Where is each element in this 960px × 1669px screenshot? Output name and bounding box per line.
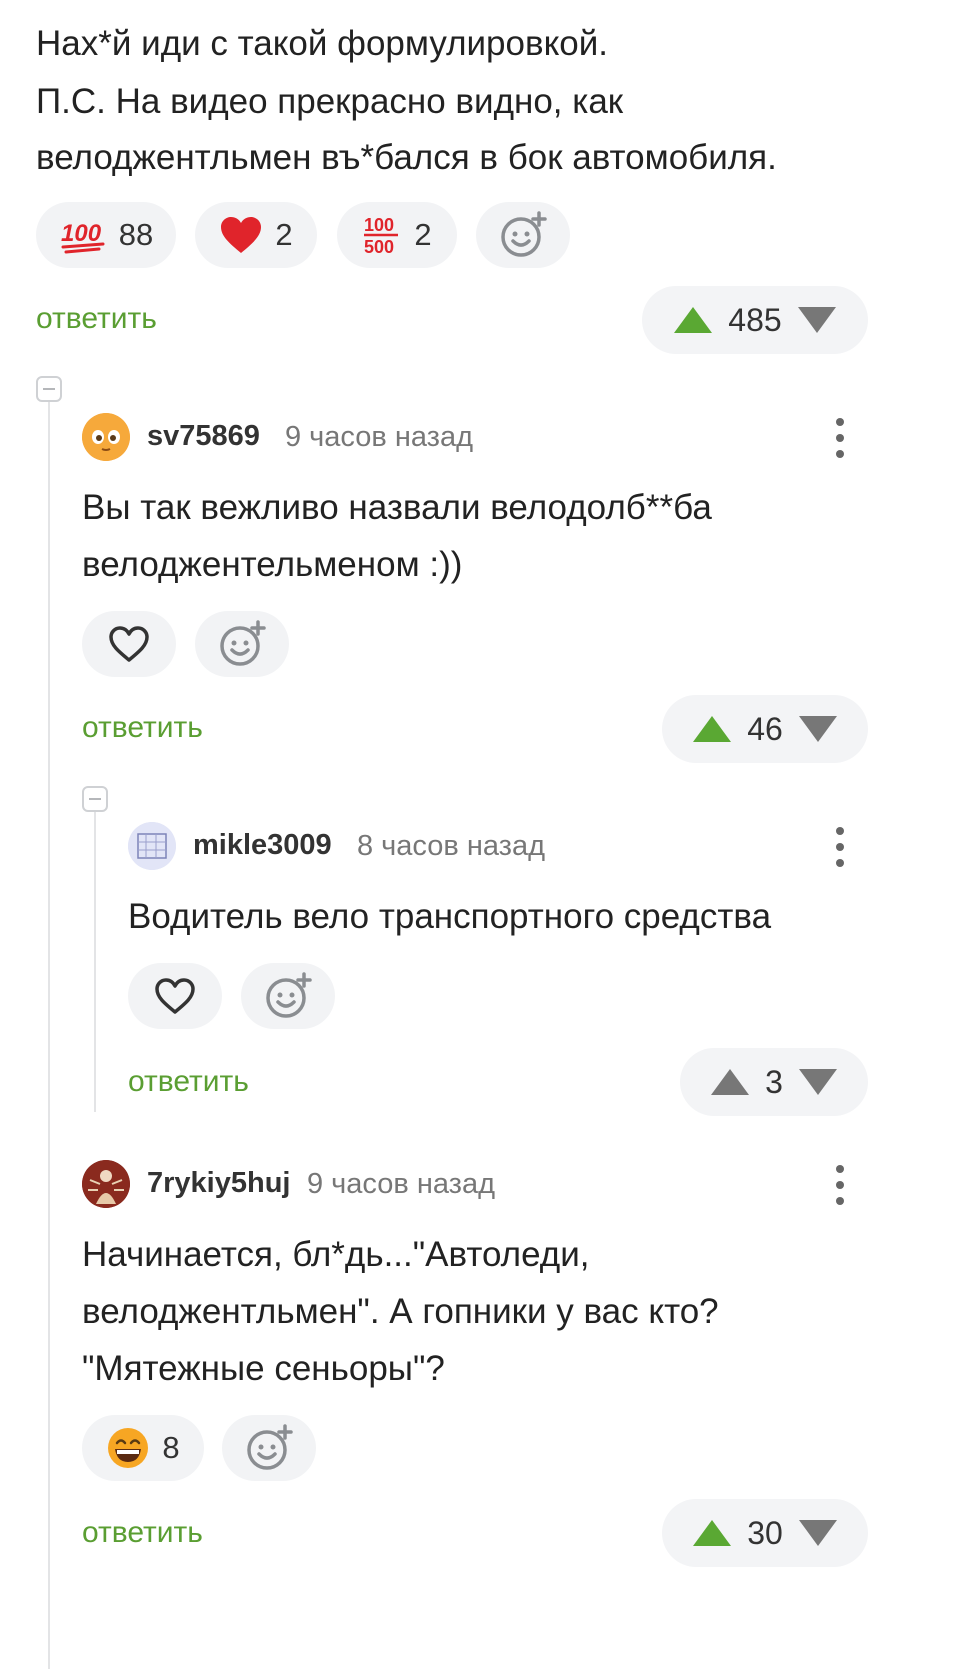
downvote-icon[interactable] [797,1067,839,1097]
svg-text:100: 100 [364,215,394,235]
comment-text-line: Водитель вело транспортного средства [128,897,772,936]
reply-link[interactable]: ответить [36,302,157,336]
more-options-icon[interactable] [834,827,846,871]
upvote-icon[interactable] [691,714,733,744]
collapse-thread-button[interactable] [82,786,108,812]
comment-text-line: велоджентльмен". А гопники у вас кто? [82,1292,719,1331]
comment-text-line: велоджентльмен въ*бался в бок автомобиля… [36,138,777,177]
comment-text-line: П.С. На видео прекрасно видно, как [36,82,624,121]
heart-outline-icon [109,626,149,662]
upvote-icon[interactable] [672,305,714,335]
rating-control: 46 [662,695,868,763]
like-button[interactable] [128,963,222,1029]
avatar-image [128,822,176,870]
downvote-icon[interactable] [796,305,838,335]
heart-outline-icon [155,978,195,1014]
rating-control: 30 [662,1499,868,1567]
svg-text:100: 100 [61,220,102,247]
comment-text-line: велоджентельменом :)) [82,545,463,584]
add-reaction-button[interactable] [476,202,570,268]
hundred-five-hundred-icon: 100 500 [364,215,399,257]
comment-text-line: "Мятежные сеньоры"? [82,1349,445,1388]
svg-text:500: 500 [364,237,394,257]
reply-link[interactable]: ответить [82,711,203,745]
avatar[interactable] [82,1160,130,1208]
avatar-image [82,413,130,461]
reaction-count: 88 [118,217,154,252]
add-emoji-icon [220,620,266,666]
comment-time: 9 часов назад [285,421,474,453]
heart-icon [221,217,262,253]
comment-text-line: Нах*й иди с такой формулировкой. [36,24,609,63]
reaction-count: 8 [162,1430,180,1465]
avatar[interactable] [128,822,176,870]
reaction-count: 2 [275,217,293,252]
reaction-hundred-five-hundred[interactable]: 100 500 2 [337,202,457,268]
author-name[interactable]: 7rykiy5huj [147,1167,290,1200]
comment-time: 9 часов назад [307,1168,496,1200]
rating-value: 3 [765,1063,783,1100]
avatar[interactable] [82,413,130,461]
hundred-points-icon: 100 [61,220,105,254]
reaction-hundred[interactable]: 100 88 [36,202,176,268]
rating-control: 3 [680,1048,868,1116]
reply-link[interactable]: ответить [82,1516,203,1550]
reply-link[interactable]: ответить [128,1065,249,1099]
collapse-thread-button[interactable] [36,376,62,402]
add-emoji-icon [266,972,312,1018]
author-name[interactable]: sv75869 [147,420,260,453]
more-options-icon[interactable] [834,418,846,462]
add-emoji-icon [247,1424,293,1470]
like-button[interactable] [82,611,176,677]
thread-line[interactable] [94,812,96,1112]
rating-value: 30 [747,1514,783,1551]
thread-line[interactable] [48,402,50,1669]
downvote-icon[interactable] [797,714,839,744]
more-options-icon[interactable] [834,1165,846,1209]
rating-control: 485 [642,286,868,354]
avatar-image [82,1160,130,1208]
add-emoji-icon [501,211,547,257]
upvote-icon[interactable] [709,1067,751,1097]
add-reaction-button[interactable] [241,963,335,1029]
reaction-heart[interactable]: 2 [195,202,317,268]
comment-time: 8 часов назад [357,830,546,862]
downvote-icon[interactable] [797,1518,839,1548]
rating-value: 485 [728,301,782,338]
upvote-icon[interactable] [691,1518,733,1548]
add-reaction-button[interactable] [222,1415,316,1481]
reaction-grinning[interactable]: 8 [82,1415,204,1481]
comment-text-line: Вы так вежливо назвали велодолб**ба [82,488,712,527]
add-reaction-button[interactable] [195,611,289,677]
reaction-count: 2 [414,217,432,252]
rating-value: 46 [747,710,783,747]
comment-text-line: Начинается, бл*дь..."Автоледи, [82,1235,590,1274]
grinning-face-icon [108,1428,149,1468]
author-name[interactable]: mikle3009 [193,829,332,862]
